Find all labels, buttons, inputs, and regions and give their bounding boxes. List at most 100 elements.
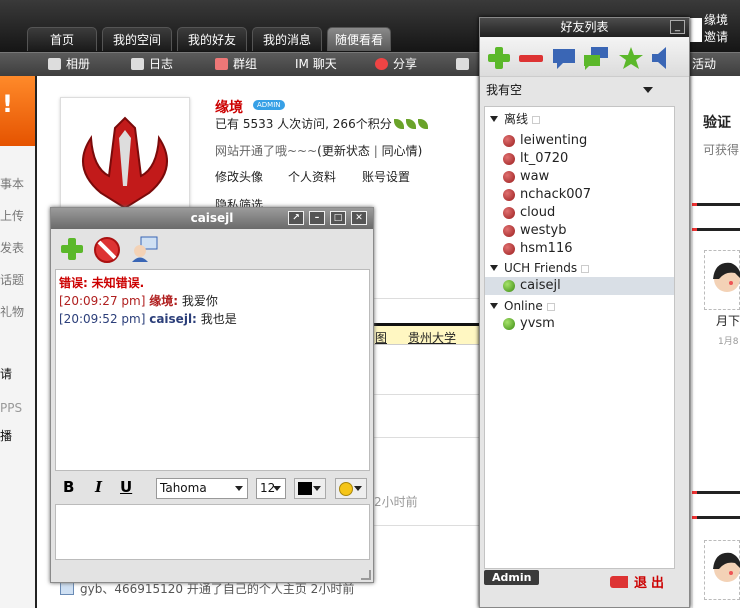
user-name-link[interactable]: 缘境	[704, 12, 740, 29]
resize-grip-icon[interactable]	[361, 570, 371, 580]
color-select[interactable]	[294, 478, 326, 499]
friend-name[interactable]: 月下	[716, 312, 740, 329]
block-icon[interactable]	[93, 236, 121, 264]
invite-link[interactable]: 邀请	[704, 29, 740, 46]
contact-name: cloud	[520, 205, 556, 220]
leaf-icon	[405, 119, 416, 129]
tag-link-gzu[interactable]: 贵州大学	[408, 329, 456, 346]
subnav-blog[interactable]: 日志	[131, 53, 173, 75]
leaf-icon	[417, 119, 428, 129]
contact-list: 离线 leiwenting lt_0720 waw nchack007 clou…	[484, 106, 675, 569]
message-input[interactable]	[55, 504, 370, 560]
add-friend-icon[interactable]	[486, 46, 512, 70]
divider	[692, 228, 740, 231]
edit-avatar-link[interactable]: 修改头像	[215, 168, 263, 185]
maximize-button[interactable]: □	[330, 211, 346, 225]
font-select[interactable]: Tahoma	[156, 478, 248, 499]
tab-my-messages[interactable]: 我的消息	[252, 27, 322, 51]
contact-caisejl[interactable]: caisejl	[485, 277, 674, 295]
message-text: 我也是	[200, 312, 237, 326]
separator: |	[373, 144, 378, 158]
sidebar-link-broadcast[interactable]: 播	[0, 427, 12, 444]
sidebar-link-post[interactable]: 发表	[0, 239, 24, 256]
chat-bubble-icon[interactable]	[551, 46, 577, 70]
tab-my-space[interactable]: 我的空间	[102, 27, 172, 51]
sidebar-link-gift[interactable]: 礼物	[0, 303, 24, 320]
group-chat-icon[interactable]	[583, 46, 609, 70]
sidebar-link-notes[interactable]: 事本	[0, 175, 24, 192]
message-text: 我爱你	[181, 294, 218, 308]
subnav-group-label: 群组	[233, 57, 258, 71]
message-error: 错误: 未知错误.	[59, 274, 366, 292]
contact-name: leiwenting	[520, 133, 588, 148]
visit-stats: 已有 5533 人次访问, 266个积分	[215, 115, 428, 132]
profile-info-link[interactable]: 个人资料	[288, 168, 336, 185]
sound-icon[interactable]	[648, 46, 674, 70]
update-status-link[interactable]: (更新状态	[317, 144, 370, 158]
star-icon[interactable]	[618, 46, 644, 70]
tab-my-friends[interactable]: 我的好友	[177, 27, 247, 51]
document-icon	[131, 58, 144, 70]
contact-name: nchack007	[520, 187, 592, 202]
minimize-button[interactable]: –	[309, 211, 325, 225]
admin-button[interactable]: Admin	[484, 570, 540, 585]
contact-nchack007[interactable]: nchack007	[485, 186, 674, 204]
user-profile-icon[interactable]	[129, 235, 159, 263]
emoji-select[interactable]	[335, 478, 367, 499]
horned-logo-icon	[82, 116, 168, 210]
user-menu: 缘境 邀请	[704, 12, 740, 46]
same-mood-link[interactable]: 同心情)	[382, 144, 423, 158]
contact-yvsm[interactable]: yvsm	[485, 315, 674, 333]
status-select[interactable]: 我有空	[480, 77, 689, 103]
friend-list-toolbar	[480, 37, 689, 77]
person-avatar-icon	[713, 552, 740, 582]
contact-hsm116[interactable]: hsm116	[485, 240, 674, 258]
subnav-events[interactable]: 活动	[692, 53, 716, 75]
minimize-button[interactable]: _	[670, 20, 685, 34]
group-online[interactable]: Online	[485, 297, 555, 315]
user-avatar[interactable]	[690, 18, 702, 42]
offline-status-icon	[503, 171, 515, 183]
sidebar-link-topic[interactable]: 话题	[0, 271, 24, 288]
italic-button[interactable]: I	[95, 478, 102, 496]
exit-button[interactable]: 退出	[610, 572, 668, 591]
tab-home[interactable]: 首页	[27, 27, 97, 51]
group-uch-friends[interactable]: UCH Friends	[485, 259, 590, 277]
subnav-game-icon[interactable]	[456, 53, 474, 75]
remove-friend-icon[interactable]	[518, 46, 544, 70]
tab-browse[interactable]: 随便看看	[327, 27, 391, 51]
bold-button[interactable]: B	[63, 478, 74, 496]
add-contact-icon[interactable]	[59, 237, 85, 261]
profile-name[interactable]: 缘境	[215, 97, 243, 117]
tag-link[interactable]: 图	[375, 329, 387, 346]
friend-avatar[interactable]	[704, 540, 740, 600]
close-button[interactable]: ✕	[351, 211, 367, 225]
subnav-share[interactable]: 分享	[375, 53, 417, 75]
promo-banner[interactable]: !	[0, 76, 35, 146]
contact-westyb[interactable]: westyb	[485, 222, 674, 240]
font-size-select[interactable]: 12	[256, 478, 286, 499]
profile-avatar[interactable]	[60, 97, 190, 217]
error-label: 错误:	[59, 276, 88, 290]
chat-titlebar[interactable]: caisejl ↗ – □ ✕	[51, 208, 373, 229]
divider	[373, 298, 480, 299]
friend-avatar[interactable]	[704, 250, 740, 310]
group-offline[interactable]: 离线	[485, 110, 541, 128]
subnav-album[interactable]: 相册	[48, 53, 90, 75]
friend-list-titlebar[interactable]: 好友列表 _	[480, 18, 689, 37]
subnav-im-chat-label: IM 聊天	[295, 57, 337, 71]
popout-button[interactable]: ↗	[288, 211, 304, 225]
contact-cloud[interactable]: cloud	[485, 204, 674, 222]
contact-waw[interactable]: waw	[485, 168, 674, 186]
contact-lt_0720[interactable]: lt_0720	[485, 150, 674, 168]
sidebar-link-partial[interactable]: 请	[0, 365, 12, 382]
contact-leiwenting[interactable]: leiwenting	[485, 132, 674, 150]
account-settings-link[interactable]: 账号设置	[362, 168, 410, 185]
underline-button[interactable]: U	[120, 478, 132, 496]
sidebar-link-upload[interactable]: 上传	[0, 207, 24, 224]
subnav-group[interactable]: 群组	[215, 53, 257, 75]
sidebar-link-pps[interactable]: PPS	[0, 401, 22, 415]
friend-list-title: 好友列表	[560, 20, 609, 34]
subnav-im-chat[interactable]: IM 聊天	[295, 53, 337, 75]
chevron-down-icon	[313, 486, 321, 491]
